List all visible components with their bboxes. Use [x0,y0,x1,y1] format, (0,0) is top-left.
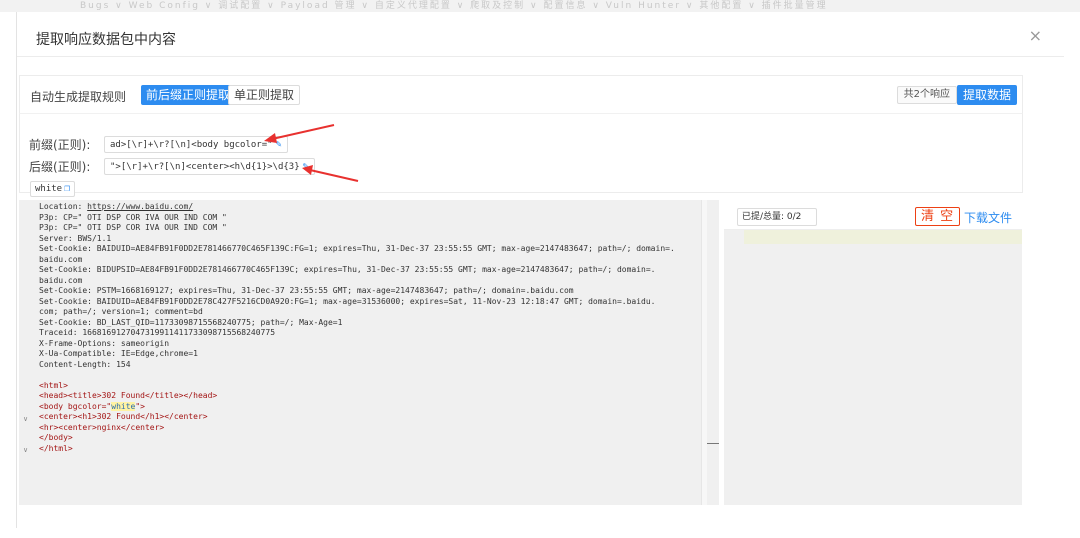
header-line: X-Ua-Compatible: IE=Edge,chrome=1 [39,349,198,358]
hr-line: <hr><center>nginx</center> [39,422,165,432]
tab-prefix-suffix-extract[interactable]: 前后缀正则提取 [141,85,236,105]
header-line: Set-Cookie: BAIDUID=AE84FB91F0DD2E781466… [39,244,675,253]
dialog-title: 提取响应数据包中内容 [36,32,176,48]
pane-resize-handle[interactable] [707,443,719,444]
dialog-header: 提取响应数据包中内容 × [17,12,1064,57]
prefix-regex-label: 前缀(正则): [29,138,91,152]
head-line: <head><title>302 Found</title></head> [39,391,218,400]
header-line: Set-Cookie: BD_LAST_QID=1173309871556824… [39,317,343,327]
location-url[interactable]: https://www.baidu.com/ [87,202,193,211]
tab-single-regex-extract[interactable]: 单正则提取 [228,85,301,105]
body-bgcolor-match: white [111,401,136,411]
header-line: P3p: CP=" OTI DSP COR IVA OUR IND COM " [39,212,227,222]
extracted-result-value: white [35,184,63,194]
header-line: Set-Cookie: PSTM=1668169127; expires=Thu… [39,286,574,295]
result-row-highlight [744,230,1022,244]
header-line: com; path=/; version=1; comment=bd [39,307,203,316]
prefix-regex-field[interactable]: ad>[\r]+\r?[\n]<body bgcolor=" ✎ [104,136,288,153]
extract-data-button[interactable]: 提取数据 [956,85,1017,105]
header-line: baidu.com [39,254,83,264]
suffix-regex-field[interactable]: ">[\r]+\r?[\n]<center><h\d{1}>\d{3} ✎ [104,158,315,175]
header-line: Server: BWS/1.1 [39,233,112,243]
header-line: Set-Cookie: BAIDUID=AE84FB91F0DD2E78C427… [39,296,656,306]
body-open-suffix: "> [135,401,145,411]
header-line: Set-Cookie: BIDUPSID=AE84FB91F0DD2E78146… [39,265,656,274]
header-line: P3p: CP=" OTI DSP COR IVA OUR IND COM " [39,223,227,232]
copy-icon[interactable]: ❐ [64,183,70,194]
code-scrollbar[interactable] [701,200,707,505]
edit-suffix-pencil-icon[interactable]: ✎ [303,161,309,172]
response-text: Location: https://www.baidu.com/ P3p: CP… [39,202,675,454]
prefix-regex-value: ad>[\r]+\r?[\n]<body bgcolor=" [110,140,273,150]
extraction-result-pane: 已提/总量: 0/2 清 空 下载文件 [724,200,1022,505]
background-tab-strip: Bugs ∨ Web Config ∨ 调试配置 ∨ Payload 管理 ∨ … [0,0,1080,12]
header-line: baidu.com [39,275,83,285]
edit-prefix-pencil-icon[interactable]: ✎ [276,139,282,150]
extracted-total-counter: 已提/总量: 0/2 [737,208,817,226]
html-open-line: <html> [39,380,68,390]
header-line: Location: https://www.baidu.com/ [39,202,194,211]
center-line: <center><h1>302 Found</h1></center> [39,412,208,421]
body-close-line: </body> [39,433,73,442]
response-code-pane[interactable]: Location: https://www.baidu.com/ P3p: CP… [19,200,719,505]
header-line: Content-Length: 154 [39,359,131,369]
body-open-prefix: <body bgcolor=" [39,401,112,411]
suffix-regex-label: 后缀(正则): [29,160,91,174]
result-toolbar: 已提/总量: 0/2 清 空 下载文件 [724,200,1022,230]
html-close-line: </html> [39,443,73,453]
fold-body-chevron-icon[interactable]: ∨ [23,446,28,454]
clear-button[interactable]: 清 空 [915,207,961,226]
response-count-badge: 共2个响应 [896,86,957,104]
close-icon[interactable]: × [1029,28,1042,44]
download-file-link[interactable]: 下载文件 [964,209,1012,226]
body-open-line: <body bgcolor="white"> [39,401,145,411]
header-line: Traceid: 1668169127047319911411733098715… [39,328,276,337]
header-line: X-Frame-Options: sameorigin [39,338,170,348]
fold-html-chevron-icon[interactable]: ∨ [23,415,28,423]
extract-toolbar: 自动生成提取规则 前后缀正则提取 单正则提取 共2个响应 提取数据 [19,75,1023,113]
auto-rule-label: 自动生成提取规则 [30,90,127,104]
regex-rules-panel: 前缀(正则): ad>[\r]+\r?[\n]<body bgcolor=" ✎ … [19,113,1023,197]
suffix-regex-value: ">[\r]+\r?[\n]<center><h\d{1}>\d{3} [110,162,300,172]
extracted-result-chip[interactable]: white ❐ [30,181,76,197]
background-tab-text: Bugs ∨ Web Config ∨ 调试配置 ∨ Payload 管理 ∨ … [80,1,828,11]
